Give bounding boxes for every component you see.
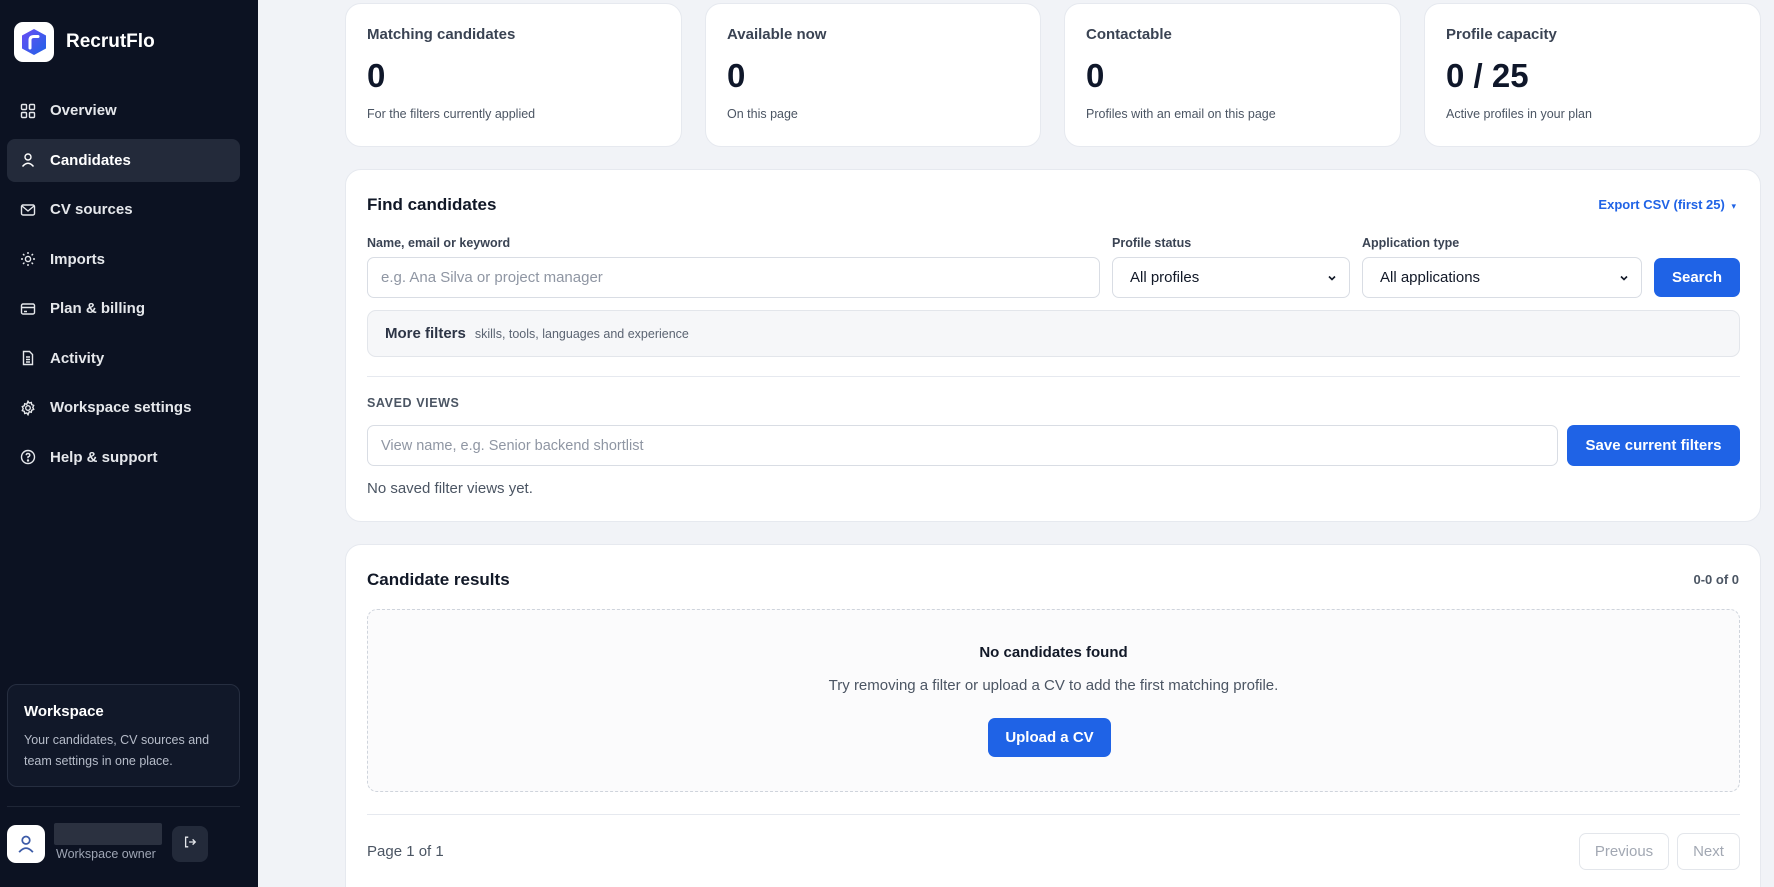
candidate-results-panel: Candidate results 0-0 of 0 No candidates…: [345, 544, 1761, 887]
sidebar-nav: Overview Candidates CV sources Imports P…: [7, 89, 240, 485]
logout-icon: [183, 835, 197, 854]
chevron-down-icon: [1326, 271, 1338, 288]
grid-icon: [19, 102, 37, 120]
find-candidates-panel: Find candidates Export CSV (first 25) ▾ …: [345, 169, 1761, 522]
sidebar-item-label: CV sources: [50, 201, 133, 218]
export-csv-button[interactable]: Export CSV (first 25) ▾: [1598, 197, 1736, 212]
next-page-button[interactable]: Next: [1677, 833, 1740, 870]
credit-card-icon: [19, 300, 37, 318]
saved-views-label: SAVED VIEWS: [367, 396, 460, 410]
sidebar-item-label: Imports: [50, 250, 106, 268]
workspace-card-description: Your candidates, CV sources and team set…: [24, 733, 210, 768]
sidebar-item-label: Plan & billing: [50, 300, 146, 317]
divider: [367, 376, 1740, 377]
sidebar-divider: [7, 806, 240, 807]
stat-label: Profile capacity: [1446, 26, 1557, 43]
sidebar-item-candidates[interactable]: Candidates: [7, 138, 240, 182]
sidebar: RecrutFlo Overview Candidates CV sources…: [0, 0, 258, 887]
user-role: Workspace owner: [56, 847, 156, 861]
sidebar-item-label: Candidates: [50, 151, 131, 169]
gear-icon: [19, 399, 37, 417]
mail-icon: [19, 201, 37, 219]
profile-status-select[interactable]: All profiles: [1112, 257, 1350, 298]
chevron-down-icon: [1618, 271, 1630, 288]
sidebar-item-overview[interactable]: Overview: [7, 89, 240, 132]
search-button[interactable]: Search: [1654, 258, 1740, 297]
empty-state-description: Try removing a filter or upload a CV to …: [828, 677, 1279, 694]
keyword-input[interactable]: [367, 257, 1100, 298]
view-name-input[interactable]: [367, 425, 1558, 466]
app-name: RecrutFlo: [66, 31, 155, 52]
user-icon: [19, 151, 37, 169]
sidebar-item-cv-sources[interactable]: CV sources: [7, 188, 240, 231]
user-name-redacted: [54, 823, 162, 845]
sidebar-item-help-support[interactable]: Help & support: [7, 436, 240, 479]
previous-page-button[interactable]: Previous: [1579, 833, 1669, 870]
workspace-card-title: Workspace: [24, 703, 104, 720]
sidebar-item-activity[interactable]: Activity: [7, 337, 240, 380]
sidebar-item-workspace-settings[interactable]: Workspace settings: [7, 386, 240, 429]
more-filters-title: More filters: [385, 325, 466, 342]
page-info: Page 1 of 1: [367, 843, 444, 860]
sidebar-item-imports[interactable]: Imports: [7, 238, 240, 281]
sun-icon: [19, 250, 37, 268]
stat-card-capacity: Profile capacity 0 / 25 Active profiles …: [1424, 3, 1761, 147]
application-type-value: All applications: [1380, 269, 1481, 286]
stat-label: Matching candidates: [367, 26, 516, 43]
stat-card-contactable: Contactable 0 Profiles with an email on …: [1064, 3, 1401, 147]
empty-state: No candidates found Try removing a filte…: [367, 609, 1740, 792]
sidebar-item-plan-billing[interactable]: Plan & billing: [7, 287, 240, 330]
results-count: 0-0 of 0: [1693, 572, 1739, 587]
sidebar-item-label: Overview: [50, 102, 117, 119]
application-type-label: Application type: [1362, 236, 1460, 250]
stat-value: 0: [727, 57, 746, 94]
logout-button[interactable]: [172, 826, 208, 862]
avatar[interactable]: [7, 825, 45, 863]
sidebar-item-label: Help & support: [50, 448, 158, 466]
candidate-results-title: Candidate results: [367, 570, 510, 589]
profile-status-value: All profiles: [1130, 269, 1200, 286]
divider: [367, 814, 1740, 815]
stat-value: 0: [367, 57, 386, 94]
export-csv-label: Export CSV (first 25): [1598, 197, 1725, 212]
sidebar-item-label: Activity: [50, 349, 105, 367]
stat-label: Available now: [727, 26, 827, 43]
user-row: Workspace owner: [7, 823, 247, 865]
upload-cv-button[interactable]: Upload a CV: [988, 718, 1111, 757]
stat-sub: Active profiles in your plan: [1446, 107, 1592, 121]
stat-value: 0: [1086, 57, 1105, 94]
stat-card-matching: Matching candidates 0 For the filters cu…: [345, 3, 682, 147]
application-type-select[interactable]: All applications: [1362, 257, 1642, 298]
profile-status-label: Profile status: [1112, 236, 1192, 250]
no-saved-views-text: No saved filter views yet.: [367, 480, 533, 497]
find-candidates-title: Find candidates: [367, 195, 497, 214]
empty-state-title: No candidates found: [979, 644, 1128, 661]
save-current-filters-button[interactable]: Save current filters: [1567, 425, 1740, 466]
stat-card-available: Available now 0 On this page: [705, 3, 1041, 147]
help-icon: [19, 448, 37, 466]
keyword-label: Name, email or keyword: [367, 236, 511, 250]
document-icon: [19, 349, 37, 367]
sidebar-item-label: Workspace settings: [50, 399, 192, 416]
stat-sub: For the filters currently applied: [367, 107, 536, 121]
stat-sub: Profiles with an email on this page: [1086, 107, 1276, 121]
caret-down-icon: ▾: [1731, 201, 1736, 211]
stat-value: 0 / 25: [1446, 57, 1529, 94]
stat-label: Contactable: [1086, 26, 1172, 43]
app-logo-icon: [14, 22, 54, 62]
more-filters-subtitle: skills, tools, languages and experience: [474, 326, 689, 341]
more-filters-toggle[interactable]: More filters skills, tools, languages an…: [367, 310, 1740, 357]
stat-sub: On this page: [727, 107, 798, 121]
brand[interactable]: RecrutFlo: [14, 22, 155, 62]
workspace-card: Workspace Your candidates, CV sources an…: [7, 684, 240, 787]
